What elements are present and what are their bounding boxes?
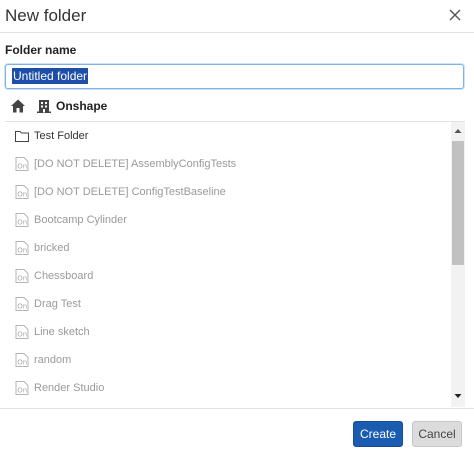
list-item-label: Test Folder bbox=[34, 130, 89, 142]
list-item-label: [DO NOT DELETE] ConfigTestBaseline bbox=[34, 186, 226, 198]
onshape-document-icon: On bbox=[14, 296, 30, 312]
svg-text:On: On bbox=[17, 191, 27, 199]
list-item: On [DO NOT DELETE] AssemblyConfigTests bbox=[5, 150, 445, 178]
list-item: On Drag Test bbox=[5, 290, 445, 318]
onshape-document-icon: On bbox=[14, 156, 30, 172]
onshape-document-icon: On bbox=[14, 240, 30, 256]
list-scrollbar[interactable] bbox=[451, 122, 465, 407]
building-icon bbox=[36, 98, 52, 114]
onshape-document-icon: On bbox=[14, 184, 30, 200]
create-button[interactable]: Create bbox=[353, 421, 403, 447]
list-item-label: [DO NOT DELETE] AssemblyConfigTests bbox=[34, 158, 237, 170]
header-divider bbox=[0, 32, 474, 33]
folder-name-label: Folder name bbox=[5, 43, 77, 57]
scroll-down-icon[interactable] bbox=[451, 389, 465, 403]
list-item-label: Drag Test bbox=[34, 298, 81, 310]
onshape-document-icon: On bbox=[14, 212, 30, 228]
svg-text:On: On bbox=[17, 331, 27, 339]
svg-text:On: On bbox=[17, 303, 27, 311]
list-item: On Render Studio bbox=[5, 374, 445, 402]
svg-text:On: On bbox=[17, 387, 27, 395]
close-icon[interactable] bbox=[447, 7, 463, 23]
onshape-document-icon: On bbox=[14, 352, 30, 368]
list-item-label: bricked bbox=[34, 242, 70, 254]
folder-icon bbox=[14, 128, 30, 144]
breadcrumb: Onshape bbox=[10, 97, 107, 115]
list-item-label: Render Studio bbox=[34, 382, 105, 394]
folder-list: Test Folder On [DO NOT DELETE] AssemblyC… bbox=[5, 121, 465, 407]
list-item-label: Line sketch bbox=[34, 326, 90, 338]
list-item[interactable]: Test Folder bbox=[5, 122, 445, 150]
cancel-button[interactable]: Cancel bbox=[412, 421, 462, 447]
onshape-document-icon: On bbox=[14, 380, 30, 396]
scroll-up-icon[interactable] bbox=[451, 124, 465, 138]
breadcrumb-company[interactable]: Onshape bbox=[56, 99, 107, 113]
list-item: On random bbox=[5, 346, 445, 374]
scrollbar-thumb[interactable] bbox=[452, 141, 464, 265]
dialog-titlebar: New folder bbox=[0, 0, 474, 32]
list-item-label: random bbox=[34, 354, 72, 366]
svg-text:On: On bbox=[17, 163, 27, 171]
footer-divider bbox=[0, 408, 474, 409]
list-item: On Chessboard bbox=[5, 262, 445, 290]
folder-name-input[interactable] bbox=[6, 65, 469, 88]
svg-text:On: On bbox=[17, 247, 27, 255]
onshape-document-icon: On bbox=[14, 324, 30, 340]
list-item: On Bootcamp Cylinder bbox=[5, 206, 445, 234]
list-item: On bricked bbox=[5, 234, 445, 262]
onshape-document-icon: On bbox=[14, 268, 30, 284]
svg-text:On: On bbox=[17, 359, 27, 367]
list-item-label: Chessboard bbox=[34, 270, 94, 282]
home-icon[interactable] bbox=[10, 98, 26, 114]
list-item: On [DO NOT DELETE] ConfigTestBaseline bbox=[5, 178, 445, 206]
dialog-title: New folder bbox=[5, 6, 87, 25]
folder-name-field[interactable]: Untitled folder bbox=[5, 64, 469, 89]
svg-text:On: On bbox=[17, 219, 27, 227]
svg-text:On: On bbox=[17, 275, 27, 283]
list-item: On Line sketch bbox=[5, 318, 445, 346]
list-item-label: Bootcamp Cylinder bbox=[34, 214, 127, 226]
